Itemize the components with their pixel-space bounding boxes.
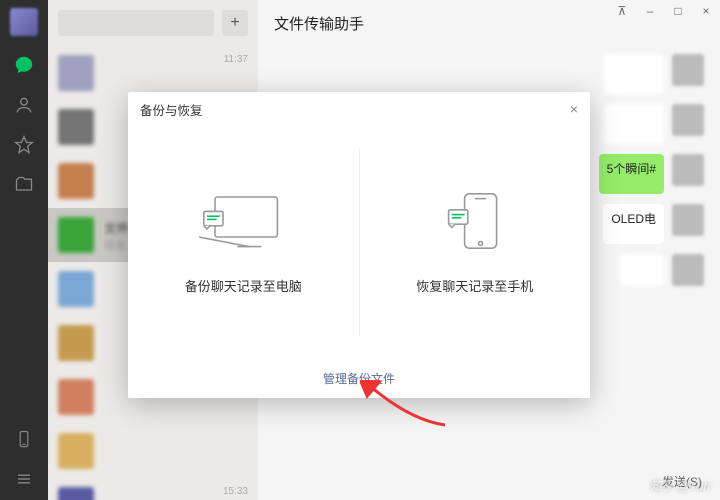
- phone-icon[interactable]: [13, 428, 35, 450]
- chat-avatar: [58, 271, 94, 307]
- message-bubble[interactable]: 5个瞬间#: [599, 154, 664, 194]
- dialog-title: 备份与恢复: [140, 100, 203, 119]
- chat-list-top: +: [48, 0, 258, 46]
- chat-avatar: [58, 433, 94, 469]
- backup-to-pc-option[interactable]: 备份聊天记录至电脑: [128, 126, 359, 358]
- message-bubble[interactable]: OLED电: [603, 204, 664, 244]
- chat-time: 11:37: [224, 54, 248, 65]
- menu-icon[interactable]: [13, 468, 35, 490]
- restore-to-phone-option[interactable]: 恢复聊天记录至手机: [360, 126, 591, 358]
- dialog-close-icon[interactable]: ×: [570, 101, 578, 117]
- message: [274, 54, 704, 94]
- monitor-icon: [199, 189, 287, 258]
- chat-avatar: [58, 379, 94, 415]
- minimize-icon[interactable]: –: [642, 4, 658, 18]
- backup-to-pc-label: 备份聊天记录至电脑: [185, 276, 302, 295]
- contacts-icon[interactable]: [13, 94, 35, 116]
- message-avatar: [672, 54, 704, 86]
- window-controls: ⊼ – □ ×: [614, 4, 714, 18]
- chat-avatar: [58, 55, 94, 91]
- chat-avatar: [58, 163, 94, 199]
- favorites-icon[interactable]: [13, 134, 35, 156]
- chat-avatar: [58, 109, 94, 145]
- close-icon[interactable]: ×: [698, 4, 714, 18]
- watermark: 知乎 @Yuri: [650, 477, 710, 494]
- files-icon[interactable]: [13, 174, 35, 196]
- chat-row[interactable]: [48, 424, 258, 478]
- message-thumb[interactable]: [620, 254, 664, 286]
- message-avatar: [672, 104, 704, 136]
- search-input[interactable]: [58, 10, 214, 36]
- message-thumb[interactable]: [604, 54, 664, 94]
- dialog-header: 备份与恢复 ×: [128, 92, 590, 126]
- chat-avatar: [58, 217, 94, 253]
- chat-icon[interactable]: [13, 54, 35, 76]
- nav-sidebar: [0, 0, 48, 500]
- pin-icon[interactable]: ⊼: [614, 4, 630, 18]
- chat-row[interactable]: 15:33: [48, 478, 258, 500]
- dialog-body: 备份聊天记录至电脑 恢复聊天记录至手机: [128, 126, 590, 358]
- message-avatar: [672, 204, 704, 236]
- add-button[interactable]: +: [222, 10, 248, 36]
- message-avatar: [672, 254, 704, 286]
- maximize-icon[interactable]: □: [670, 4, 686, 18]
- dialog-footer: 管理备份文件: [128, 358, 590, 398]
- user-avatar[interactable]: [10, 8, 38, 36]
- chat-avatar: [58, 487, 94, 500]
- message-thumb[interactable]: [604, 104, 664, 144]
- restore-to-phone-label: 恢复聊天记录至手机: [416, 276, 533, 295]
- backup-dialog: 备份与恢复 × 备份聊天记录至电脑: [128, 92, 590, 398]
- phone-restore-icon: [439, 189, 511, 258]
- message-avatar: [672, 154, 704, 186]
- manage-backup-link[interactable]: 管理备份文件: [323, 370, 395, 387]
- chat-time: 15:33: [223, 486, 248, 497]
- chat-avatar: [58, 325, 94, 361]
